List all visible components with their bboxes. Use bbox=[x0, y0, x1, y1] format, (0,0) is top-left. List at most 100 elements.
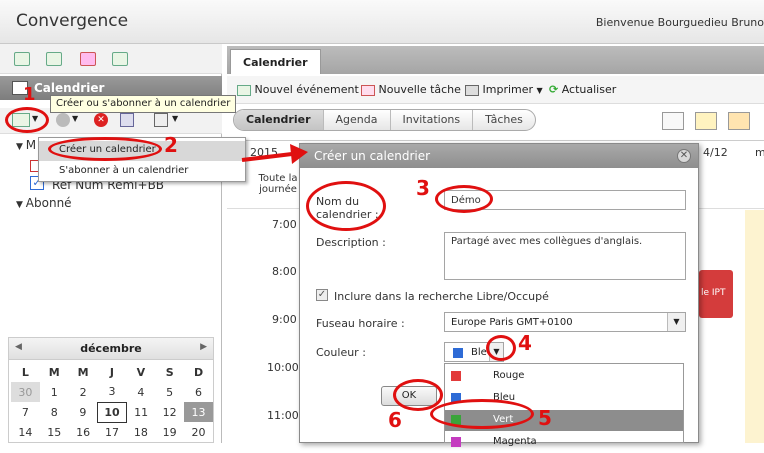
chevron-down-icon[interactable]: ▼ bbox=[172, 114, 178, 123]
mail-icon[interactable] bbox=[80, 52, 96, 66]
refresh-icon: ⟳ bbox=[549, 83, 559, 96]
menu-item-subscribe[interactable]: S'abonner à un calendrier bbox=[39, 162, 245, 182]
mini-calendar-header: ◀ décembre ▶ bbox=[9, 338, 213, 360]
tooltip: Créer ou s'abonner à un calendrier bbox=[50, 95, 237, 113]
new-event-button[interactable]: Nouvel événement bbox=[237, 83, 359, 96]
time-label: 11:00 bbox=[267, 409, 299, 422]
day-cell[interactable]: 19 bbox=[155, 422, 184, 442]
weekday-label: V bbox=[136, 365, 146, 379]
day-cell[interactable]: 15 bbox=[40, 422, 69, 442]
export-icon[interactable] bbox=[154, 113, 168, 127]
day-cell[interactable]: 8 bbox=[40, 402, 69, 422]
day-cell[interactable]: 9 bbox=[69, 402, 98, 422]
annotation-number: 2 bbox=[164, 133, 178, 157]
date-header: 4/12 bbox=[703, 146, 728, 159]
view-agenda[interactable]: Agenda bbox=[324, 110, 391, 130]
weekday-label: M bbox=[77, 365, 89, 379]
calendar-header-label: Calendrier bbox=[34, 81, 105, 95]
day-cell[interactable]: 14 bbox=[11, 422, 40, 442]
grid-icon[interactable] bbox=[120, 113, 134, 127]
annotation-number: 3 bbox=[416, 176, 430, 200]
description-label: Description : bbox=[316, 236, 386, 249]
day-cell[interactable]: 12 bbox=[155, 402, 184, 422]
month-view-icon[interactable] bbox=[728, 112, 750, 130]
day-cell[interactable]: 10 bbox=[97, 401, 127, 423]
date-header: m bbox=[755, 146, 764, 159]
day-cell[interactable]: 18 bbox=[126, 422, 155, 442]
day-cell[interactable]: 30 bbox=[11, 382, 40, 402]
action-bar: Nouvel événement Nouvelle tâche Imprimer… bbox=[227, 76, 764, 104]
color-swatch bbox=[451, 371, 461, 381]
day-cell[interactable]: 17 bbox=[98, 422, 127, 442]
time-label: 9:00 bbox=[272, 313, 297, 326]
next-month-icon[interactable]: ▶ bbox=[200, 342, 207, 352]
day-cell[interactable]: 5 bbox=[155, 382, 184, 402]
dialog-titlebar: Créer un calendrier ✕ bbox=[300, 144, 698, 168]
new-event-icon[interactable] bbox=[14, 52, 30, 66]
tab-calendar[interactable]: Calendrier bbox=[230, 49, 321, 74]
annotation-arrow bbox=[241, 144, 308, 164]
annotation-number: 4 bbox=[518, 331, 532, 355]
annotation-circle bbox=[48, 137, 162, 161]
day-view-icon[interactable] bbox=[662, 112, 684, 130]
annotation-number: 5 bbox=[538, 406, 552, 430]
color-swatch bbox=[453, 348, 463, 358]
settings-icon[interactable] bbox=[56, 113, 70, 127]
color-value: Ble bbox=[471, 347, 487, 358]
annotation-circle bbox=[5, 107, 49, 133]
day-cell[interactable]: 11 bbox=[126, 402, 155, 422]
time-label: 10:00 bbox=[267, 361, 299, 374]
welcome-text: Bienvenue Bourguedieu Bruno bbox=[595, 16, 764, 29]
task-icon bbox=[361, 84, 375, 96]
view-switcher: Calendrier Agenda Invitations Tâches bbox=[233, 109, 536, 131]
day-cell[interactable]: 16 bbox=[69, 422, 98, 442]
day-cell[interactable]: 2 bbox=[69, 382, 98, 402]
time-label: 8:00 bbox=[272, 265, 297, 278]
event-block[interactable]: le IPT bbox=[699, 270, 733, 318]
delete-icon[interactable]: ✕ bbox=[94, 113, 108, 127]
timezone-select[interactable]: Europe Paris GMT+0100 ▼ bbox=[444, 312, 686, 332]
day-cell[interactable]: 4 bbox=[126, 382, 155, 402]
app-title: Convergence bbox=[16, 11, 129, 31]
week-view-icon[interactable] bbox=[695, 112, 717, 130]
subscribed-group[interactable]: ▼ Abonné bbox=[16, 196, 72, 210]
weekday-label: J bbox=[109, 365, 115, 379]
day-cell[interactable]: 1 bbox=[40, 382, 69, 402]
my-calendars-group[interactable]: ▼ M bbox=[16, 138, 36, 152]
timezone-value: Europe Paris GMT+0100 bbox=[451, 317, 573, 328]
day-cell[interactable]: 13 bbox=[184, 402, 213, 422]
day-cell[interactable]: 3 bbox=[98, 382, 127, 402]
print-button[interactable]: Imprimer ▼ bbox=[465, 83, 543, 96]
close-icon[interactable]: ✕ bbox=[677, 149, 691, 163]
view-invitations[interactable]: Invitations bbox=[391, 110, 474, 130]
weekday-label: S bbox=[165, 365, 174, 379]
mini-calendar: ◀ décembre ▶ L M M J V S D 30 1 2 3 4 5 6 7 8 9 10 11 12 13 1… bbox=[8, 337, 214, 443]
new-event-icon bbox=[237, 84, 251, 96]
today-column bbox=[745, 210, 764, 443]
day-cell[interactable]: 20 bbox=[184, 422, 213, 442]
new-task-icon[interactable] bbox=[46, 52, 62, 66]
contact-icon[interactable] bbox=[112, 52, 128, 66]
view-calendar[interactable]: Calendrier bbox=[234, 110, 324, 130]
day-cell[interactable]: 7 bbox=[11, 402, 40, 422]
color-option-rouge[interactable]: Rouge bbox=[445, 366, 683, 387]
annotation-circle bbox=[486, 335, 516, 361]
description-field[interactable]: Partagé avec mes collègues d'anglais. bbox=[444, 232, 686, 280]
view-tasks[interactable]: Tâches bbox=[473, 110, 535, 130]
weekday-label: M bbox=[48, 365, 60, 379]
day-cell[interactable]: 6 bbox=[184, 382, 213, 402]
color-swatch bbox=[451, 437, 461, 447]
left-toolbar bbox=[0, 44, 222, 74]
weekday-label: L bbox=[21, 365, 29, 379]
printer-icon bbox=[465, 84, 479, 96]
weekday-label: D bbox=[193, 365, 204, 379]
color-label: Couleur : bbox=[316, 346, 366, 359]
new-task-button[interactable]: Nouvelle tâche bbox=[361, 83, 461, 96]
timezone-label: Fuseau horaire : bbox=[316, 317, 405, 330]
refresh-button[interactable]: ⟳ Actualiser bbox=[549, 83, 616, 96]
freebusy-label: Inclure dans la recherche Libre/Occupé bbox=[334, 290, 549, 303]
chevron-down-icon[interactable]: ▼ bbox=[667, 313, 685, 331]
month-label: décembre bbox=[80, 342, 142, 355]
chevron-down-icon[interactable]: ▼ bbox=[72, 114, 78, 123]
freebusy-checkbox[interactable]: ✓ bbox=[316, 289, 328, 301]
